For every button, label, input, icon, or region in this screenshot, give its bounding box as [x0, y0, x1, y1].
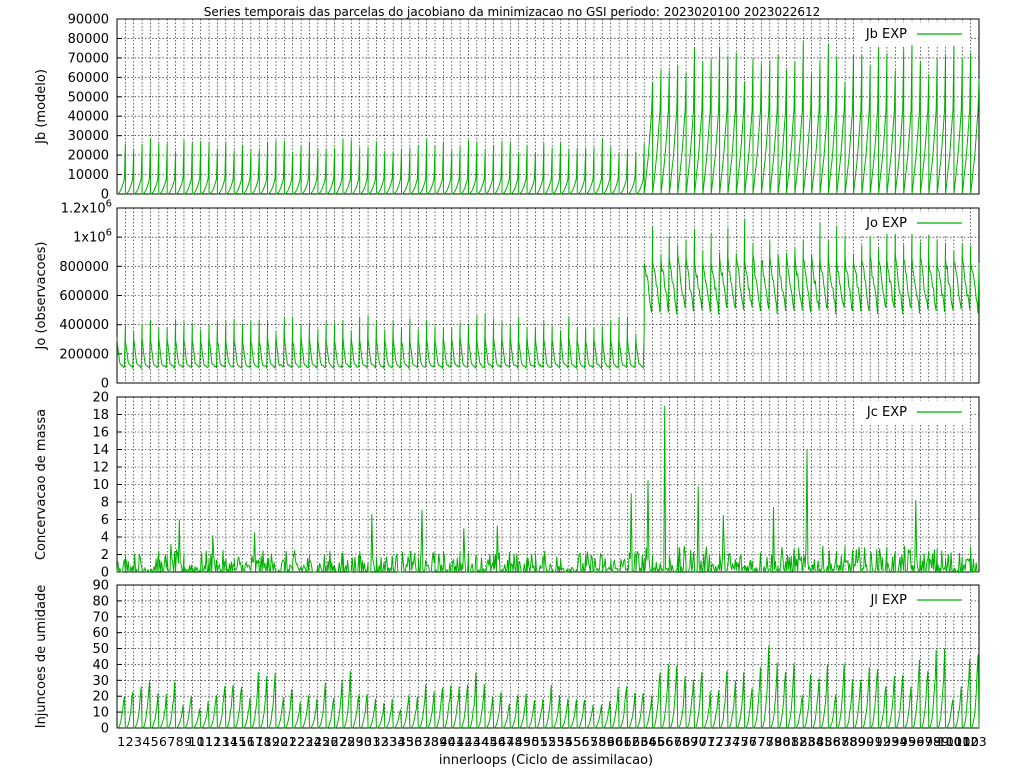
panel-2: 02468101214161820Concervacao de massa Jc …	[34, 391, 980, 581]
chart-panels: 0100002000030000400005000060000700008000…	[34, 13, 980, 737]
y-tick-label: 30000	[68, 129, 109, 144]
x-tick-label: 5	[151, 734, 159, 749]
y-tick-label: 60000	[68, 71, 109, 86]
y-axis-label: Injuncoes de umidade	[34, 585, 49, 729]
y-tick-label: 0	[101, 722, 109, 737]
legend-label: Jo EXP	[865, 216, 907, 231]
y-tick-label: 50000	[68, 90, 109, 105]
y-tick-label: 40	[92, 658, 109, 673]
legend-label: Jb EXP	[865, 27, 907, 42]
y-axis-label: Concervacao de massa	[34, 409, 49, 560]
chart-title: Series temporais das parcelas do jacobia…	[204, 5, 821, 19]
y-tick-label: 16	[92, 426, 109, 441]
y-tick-label: 4	[101, 531, 109, 546]
legend-label: Jc EXP	[866, 405, 907, 420]
y-tick-label: 12	[92, 461, 109, 476]
y-tick-label: 1x106	[73, 228, 112, 246]
y-tick-label: 70	[92, 610, 109, 625]
series-line	[116, 405, 980, 574]
y-tick-label: 90	[92, 579, 109, 594]
y-tick-label: 2	[101, 548, 109, 563]
y-tick-label: 10000	[68, 168, 109, 183]
series-line	[116, 645, 980, 729]
y-tick-exponent: 6	[106, 228, 112, 239]
x-tick-label: 6	[159, 734, 167, 749]
x-tick-label: 103	[963, 734, 987, 749]
panel-1: 0 200000 400000 600000 800000 1x106 1.2x106 Jo …	[34, 199, 980, 392]
panel-frame	[116, 18, 980, 195]
y-tick-label: 80	[92, 594, 109, 609]
x-axis-ticks: 1 2 3 4 5 6 7 8 91011121314151617181920212223242…	[117, 734, 987, 749]
y-tick-label: 70000	[68, 51, 109, 66]
y-tick-label: 10	[92, 706, 109, 721]
panel-3: 0102030405060708090 Injuncoes de umidade J…	[34, 579, 980, 737]
y-tick-label: 8	[101, 496, 109, 511]
y-tick-label: 0	[101, 377, 109, 392]
y-tick-label: 400000	[59, 318, 109, 333]
y-tick-label: 30	[92, 674, 109, 689]
panel-frame	[116, 584, 980, 729]
x-tick-label: 8	[176, 734, 184, 749]
x-tick-label: 4	[142, 734, 150, 749]
y-tick-label: 800000	[59, 260, 109, 275]
y-tick-label: 6	[101, 513, 109, 528]
y-tick-label: 200000	[59, 347, 109, 362]
x-tick-label: 7	[167, 734, 175, 749]
y-axis-label: Jo (observacoes)	[34, 242, 49, 351]
y-tick-label: 20000	[68, 149, 109, 164]
x-tick-label: 2	[126, 734, 134, 749]
y-tick-label: 40000	[68, 110, 109, 125]
series-line	[116, 40, 980, 195]
y-axis-label: Jb (modelo)	[34, 69, 49, 145]
x-tick-label: 3	[134, 734, 142, 749]
y-tick-label: 10	[92, 478, 109, 493]
x-tick-label: 1	[117, 734, 125, 749]
jacobian-timeseries-chart: Series temporais das parcelas do jacobia…	[34, 5, 987, 768]
y-tick-exponent: 6	[106, 199, 112, 210]
y-tick-label: 600000	[59, 289, 109, 304]
panel-0: 0100002000030000400005000060000700008000…	[34, 13, 980, 203]
legend-label: Jl EXP	[869, 593, 907, 608]
series-line	[116, 219, 980, 371]
x-axis-label: innerloops (Ciclo de assimilacao)	[439, 753, 653, 768]
y-tick-label: 60	[92, 626, 109, 641]
y-tick-label: 90000	[68, 13, 109, 28]
y-tick-label: 50	[92, 642, 109, 657]
y-tick-label: 20	[92, 391, 109, 406]
y-tick-label: 18	[92, 408, 109, 423]
y-tick-label: 20	[92, 690, 109, 705]
y-tick-label: 14	[92, 443, 109, 458]
y-tick-label: 1.2x106	[61, 199, 112, 217]
y-tick-label: 80000	[68, 32, 109, 47]
